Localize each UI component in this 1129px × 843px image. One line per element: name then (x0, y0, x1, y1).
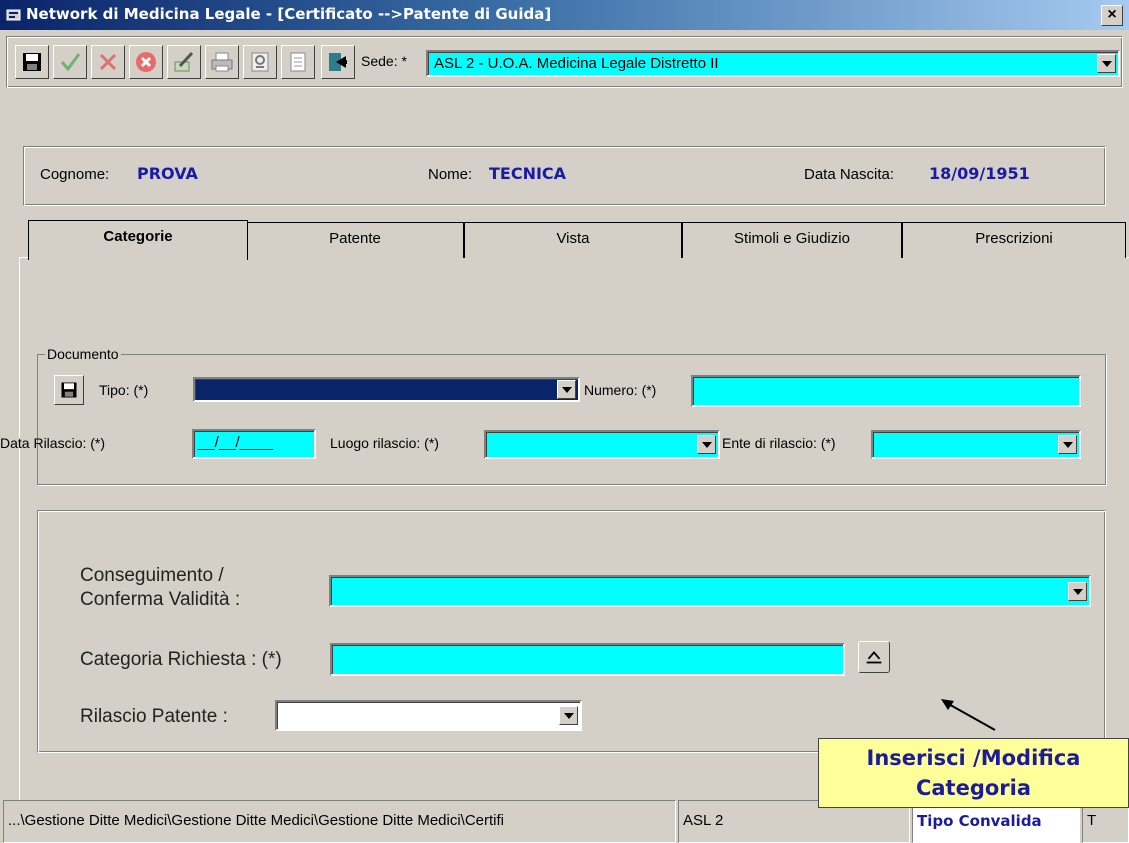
numero-input[interactable] (691, 375, 1081, 407)
data-rilascio-input[interactable]: __/__/____ (192, 429, 316, 459)
nascita-label: Data Nascita: (804, 166, 895, 183)
nascita-value: 18/09/1951 (929, 164, 1030, 183)
app-icon (6, 9, 21, 21)
status-path: ...\Gestione Ditte Medici\Gestione Ditte… (3, 800, 676, 843)
cognome-value: PROVA (137, 164, 198, 183)
print-button[interactable] (205, 45, 239, 79)
modifica-categoria-button[interactable] (858, 641, 890, 673)
callout-line1: Inserisci /Modifica (866, 746, 1081, 770)
conseguimento-label-line1: Conseguimento / (80, 565, 224, 586)
sede-label: Sede: * (361, 53, 407, 69)
certificate-button[interactable] (243, 45, 277, 79)
tipo-dropdown-button[interactable] (557, 380, 576, 399)
tipo-select[interactable] (193, 377, 580, 402)
delete-button[interactable] (129, 45, 163, 79)
data-rilascio-value: __/__/____ (198, 434, 274, 451)
certificate-icon (251, 52, 269, 72)
data-rilascio-label: Data Rilascio: (*) (0, 435, 106, 451)
callout-arrow-icon (941, 699, 996, 731)
tab-categorie[interactable]: Categorie (28, 220, 248, 260)
save-button[interactable] (15, 45, 49, 79)
luogo-rilascio-select[interactable] (484, 430, 720, 459)
tab-prescrizioni[interactable]: Prescrizioni (902, 222, 1126, 258)
luogo-rilascio-label: Luogo rilascio: (*) (330, 435, 439, 451)
sede-dropdown-button[interactable] (1097, 54, 1116, 73)
callout-annotation: Inserisci /Modifica Categoria (818, 738, 1129, 808)
edit-button[interactable] (167, 45, 201, 79)
save-icon (61, 382, 77, 398)
ente-rilascio-label: Ente di rilascio: (*) (722, 435, 836, 451)
rilascio-patente-label: Rilascio Patente : (80, 706, 228, 727)
sede-select[interactable]: ASL 2 - U.O.A. Medicina Legale Distretto… (426, 50, 1120, 77)
checkmark-icon (60, 53, 81, 72)
callout-line2: Categoria (915, 776, 1032, 800)
numero-label: Numero: (*) (584, 382, 657, 398)
luogo-dropdown-button[interactable] (697, 435, 716, 454)
nome-value: TECNICA (489, 164, 567, 183)
tab-vista[interactable]: Vista (464, 222, 682, 258)
conseguimento-dropdown-button[interactable] (1068, 582, 1087, 601)
tab-stimoli-giudizio[interactable]: Stimoli e Giudizio (682, 222, 902, 258)
rilascio-dropdown-button[interactable] (559, 706, 578, 725)
title-bar: Network di Medicina Legale - [Certificat… (0, 0, 1129, 30)
categoria-richiesta-input[interactable] (330, 643, 845, 676)
categoria-richiesta-label: Categoria Richiesta : (*) (80, 649, 282, 670)
exit-button[interactable] (321, 45, 355, 79)
close-button[interactable]: × (1101, 5, 1123, 26)
nome-label: Nome: (428, 166, 473, 183)
stop-icon (136, 52, 156, 72)
ente-rilascio-select[interactable] (871, 430, 1081, 459)
cancel-button[interactable] (91, 45, 125, 79)
tipo-label: Tipo: (*) (99, 382, 149, 398)
exit-door-icon (329, 53, 347, 71)
document-button[interactable] (281, 45, 315, 79)
tab-patente[interactable]: Patente (246, 222, 464, 258)
documento-legend: Documento (45, 346, 121, 362)
pen-icon (174, 51, 194, 72)
documento-save-button[interactable] (54, 375, 84, 405)
document-icon (290, 52, 306, 72)
documento-group (37, 354, 1106, 485)
sede-value: ASL 2 - U.O.A. Medicina Legale Distretto… (434, 55, 719, 72)
window-title: Network di Medicina Legale - [Certificat… (26, 5, 552, 23)
conseguimento-select[interactable] (329, 575, 1091, 607)
confirm-button[interactable] (53, 45, 87, 79)
printer-icon (211, 52, 233, 72)
cognome-label: Cognome: (40, 166, 110, 183)
rilascio-patente-select[interactable] (275, 700, 582, 731)
x-icon (99, 53, 117, 71)
ente-dropdown-button[interactable] (1058, 435, 1077, 454)
save-icon (23, 53, 41, 71)
conseguimento-label-line2: Conferma Validità : (80, 589, 241, 610)
edit-category-icon (866, 651, 882, 664)
